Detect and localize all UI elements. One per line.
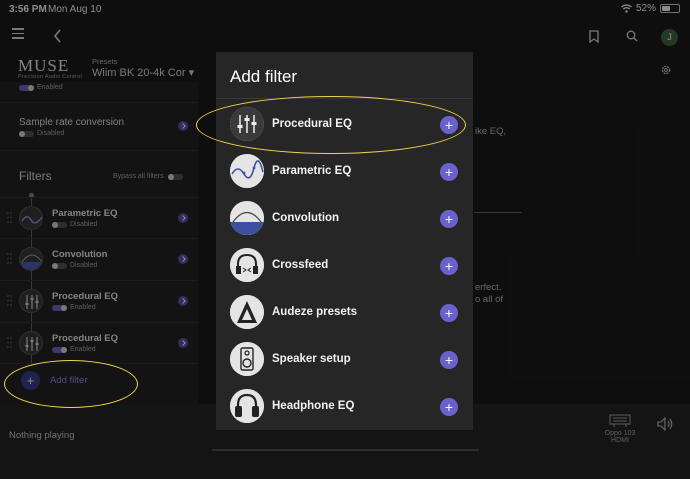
filter-option-label: Convolution <box>272 212 340 224</box>
add-icon[interactable]: + <box>440 398 458 416</box>
filter-option-headphone-eq[interactable]: Headphone EQ + <box>216 384 473 431</box>
audeze-icon <box>230 295 264 329</box>
filter-option-audeze-presets[interactable]: Audeze presets + <box>216 290 473 337</box>
filter-option-label: Audeze presets <box>272 306 358 318</box>
filter-option-crossfeed[interactable]: Crossfeed + <box>216 243 473 290</box>
filter-option-speaker-setup[interactable]: Speaker setup + <box>216 337 473 384</box>
headphones-icon <box>230 248 264 282</box>
filter-option-convolution[interactable]: Convolution + <box>216 196 473 243</box>
wave-icon <box>230 201 264 235</box>
filter-option-label: Crossfeed <box>272 259 329 271</box>
speaker-icon <box>230 342 264 376</box>
add-icon[interactable]: + <box>440 351 458 369</box>
filter-option-label: Headphone EQ <box>272 400 355 412</box>
filter-option-parametric-eq[interactable]: Parametric EQ + <box>216 149 473 196</box>
add-icon[interactable]: + <box>440 163 458 181</box>
add-icon[interactable]: + <box>440 304 458 322</box>
add-icon[interactable]: + <box>440 210 458 228</box>
highlight-ellipse <box>196 96 466 154</box>
dialog-title: Add filter <box>230 67 298 86</box>
filter-option-label: Parametric EQ <box>272 165 352 177</box>
add-icon[interactable]: + <box>440 257 458 275</box>
curve-icon <box>230 154 264 188</box>
headphone-icon <box>230 389 264 423</box>
highlight-ellipse <box>4 360 138 408</box>
filter-option-label: Speaker setup <box>272 353 351 365</box>
